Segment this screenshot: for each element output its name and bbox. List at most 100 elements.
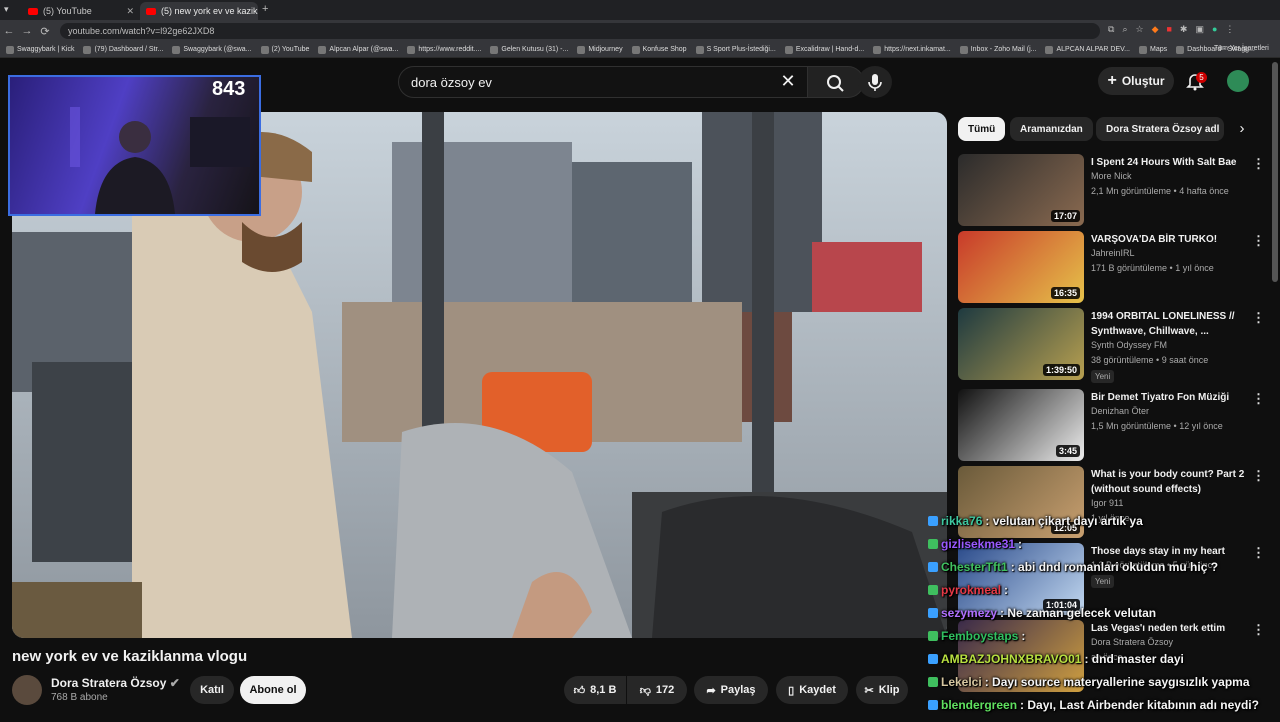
join-button[interactable]: Katıl — [190, 676, 234, 704]
account-avatar[interactable] — [1227, 70, 1249, 92]
bookmark-item[interactable]: Midjourney — [577, 45, 623, 54]
bookmark-item[interactable]: Gelen Kutusu (31) -... — [490, 45, 568, 54]
more-options-icon[interactable]: ⋮ — [1252, 233, 1265, 249]
bookmark-item[interactable]: https://www.reddit.... — [407, 45, 481, 54]
video-thumbnail[interactable]: 3:45 — [958, 389, 1084, 461]
subscribe-button[interactable]: Abone ol — [240, 676, 306, 704]
video-duration: 16:35 — [1050, 287, 1080, 299]
search-button[interactable] — [808, 66, 864, 98]
chat-username: sezymezy — [941, 606, 998, 620]
extension-icon[interactable]: ■ — [1166, 24, 1171, 35]
save-label: Kaydet — [799, 684, 836, 696]
recommended-title[interactable]: I Spent 24 Hours With Salt Bae — [1091, 155, 1251, 170]
search-input[interactable]: dora özsoy ev — [398, 66, 808, 98]
more-options-icon[interactable]: ⋮ — [1252, 310, 1265, 326]
recommended-title[interactable]: 1994 ORBITAL LONELINESS // Synthwave, Ch… — [1091, 309, 1251, 339]
extensions-puzzle-icon[interactable]: ✱ — [1180, 24, 1188, 35]
all-bookmarks[interactable]: Tüm Yer İşaretleri — [1214, 45, 1269, 52]
recommended-title[interactable]: Bir Demet Tiyatro Fon Müziği — [1091, 390, 1251, 405]
video-duration: 17:07 — [1050, 210, 1080, 222]
video-duration: 1:39:50 — [1042, 364, 1080, 376]
bookmark-item[interactable]: Excalidraw | Hand-d... — [784, 45, 865, 54]
page-scrollbar[interactable] — [1272, 62, 1278, 282]
search-value: dora özsoy ev — [411, 75, 492, 90]
new-tab-button[interactable]: + — [262, 3, 268, 15]
install-icon[interactable]: ⧉ — [1108, 24, 1114, 35]
recommended-channel[interactable]: JahreinIRL — [1091, 248, 1135, 258]
tab-label: (5) new york ev ve kaziklanma · — [161, 6, 258, 16]
close-tab-icon[interactable]: ✕ — [126, 6, 134, 17]
verified-icon: ✔ — [169, 676, 180, 690]
chip-all[interactable]: Tümü — [958, 117, 1006, 141]
bookmark-item[interactable]: (79) Dashboard / Str... — [83, 45, 163, 54]
recommended-channel[interactable]: More Nick — [1091, 171, 1132, 181]
thumbs-up-icon: 👍︎ — [573, 684, 586, 697]
bookmark-item[interactable]: ALPCAN ALPAR DEV... — [1045, 45, 1131, 54]
chat-username: Femboystaps — [941, 629, 1019, 643]
chat-badge-icon — [928, 654, 938, 664]
like-button[interactable]: 👍︎ 8,1 B — [564, 676, 626, 704]
bookmark-label: ALPCAN ALPAR DEV... — [1056, 46, 1131, 53]
voice-search-button[interactable] — [858, 66, 892, 98]
chat-username: pyrokmeal — [941, 583, 1002, 597]
url-bar[interactable]: youtube.com/watch?v=l92ge62JXD8 — [60, 23, 1100, 39]
channel-name[interactable]: Dora Stratera Özsoy ✔ — [51, 676, 180, 690]
channel-avatar[interactable] — [12, 675, 42, 705]
recommended-channel[interactable]: Synth Odyssey FM — [1091, 340, 1167, 350]
recommended-video[interactable]: 3:45 Bir Demet Tiyatro Fon Müziği Denizhan… — [958, 389, 1270, 463]
bookmark-item[interactable]: (2) YouTube — [260, 45, 309, 54]
bookmark-label: Midjourney — [588, 46, 623, 53]
bookmark-item[interactable]: Alpcan Alpar (@swa... — [318, 45, 398, 54]
notification-badge: 5 — [1196, 72, 1207, 83]
forward-icon[interactable]: → — [18, 25, 36, 37]
bookmark-item[interactable]: Swaggybark (@swa... — [172, 45, 252, 54]
chat-message: Femboystaps: — [928, 629, 1025, 643]
bookmark-item[interactable]: Konfuse Shop — [631, 45, 687, 54]
bookmark-item[interactable]: Maps — [1139, 45, 1167, 54]
tab-search-icon[interactable]: ▾ — [4, 4, 9, 15]
bookmark-label: Excalidraw | Hand-d... — [795, 46, 865, 53]
recommended-video[interactable]: 17:07 I Spent 24 Hours With Salt Bae More … — [958, 154, 1270, 228]
recommended-title[interactable]: What is your body count? Part 2 (without… — [1091, 467, 1251, 497]
bookmark-item[interactable]: Inbox - Zoho Mail (j... — [959, 45, 1036, 54]
recommended-channel[interactable]: Denizhan Öter — [1091, 406, 1149, 416]
dislike-button[interactable]: 👎︎ 172 — [627, 676, 687, 704]
profile-icon[interactable]: ● — [1212, 24, 1217, 35]
chip-from-search[interactable]: Aramanızdan — [1010, 117, 1093, 141]
chip-channel[interactable]: Dora Stratera Özsoy adl — [1096, 117, 1224, 141]
chat-text: : Ne zaman gelecek velutan — [1000, 606, 1157, 620]
more-options-icon[interactable]: ⋮ — [1252, 391, 1265, 407]
back-icon[interactable]: ← — [0, 25, 18, 37]
video-thumbnail[interactable]: 1:39:50 — [958, 308, 1084, 380]
bookmark-favicon-icon — [873, 45, 882, 54]
tab-youtube[interactable]: (5) YouTube ✕ — [22, 2, 140, 20]
extension-icon[interactable]: ◆ — [1152, 24, 1159, 35]
menu-icon[interactable]: ⋮ — [1225, 24, 1234, 35]
recommended-title[interactable]: VARŞOVA'DA BİR TURKO! — [1091, 232, 1251, 247]
recommended-video[interactable]: 1:39:50 1994 ORBITAL LONELINESS // Synthw… — [958, 308, 1270, 383]
more-options-icon[interactable]: ⋮ — [1252, 468, 1265, 484]
bookmark-item[interactable]: https://next.inkamat... — [873, 45, 951, 54]
sidebar-icon[interactable]: ▣ — [1195, 24, 1204, 35]
zoom-icon[interactable]: ⌕ — [1122, 24, 1127, 35]
chat-message: pyrokmeal: — [928, 583, 1008, 597]
more-options-icon[interactable]: ⋮ — [1252, 156, 1265, 172]
recommended-channel[interactable]: Igor 911 — [1091, 498, 1123, 508]
chevron-right-icon[interactable]: › — [1232, 120, 1252, 140]
star-icon[interactable]: ☆ — [1135, 24, 1143, 35]
video-thumbnail[interactable]: 16:35 — [958, 231, 1084, 303]
clear-search-icon[interactable]: ✕ — [776, 70, 800, 94]
clip-button[interactable]: ✂ Klip — [856, 676, 908, 704]
bookmark-favicon-icon — [490, 45, 499, 54]
save-button[interactable]: ▯ Kaydet — [776, 676, 848, 704]
bookmark-item[interactable]: S Sport Plus-İstediği... — [695, 45, 776, 54]
reload-icon[interactable]: ⟳ — [36, 25, 54, 38]
bookmark-favicon-icon — [577, 45, 586, 54]
create-button[interactable]: + Oluştur — [1098, 67, 1174, 95]
tab-current-video[interactable]: (5) new york ev ve kaziklanma · ✕ — [140, 2, 258, 20]
recommended-video[interactable]: 16:35 VARŞOVA'DA BİR TURKO! JahreinIRL 171 … — [958, 231, 1270, 305]
video-thumbnail[interactable]: 17:07 — [958, 154, 1084, 226]
chat-message: rikka76: velutan çikart dayı artık ya — [928, 514, 1143, 528]
bookmark-item[interactable]: Swaggybark | Kick — [6, 45, 74, 54]
share-button[interactable]: ➦ Paylaş — [694, 676, 768, 704]
